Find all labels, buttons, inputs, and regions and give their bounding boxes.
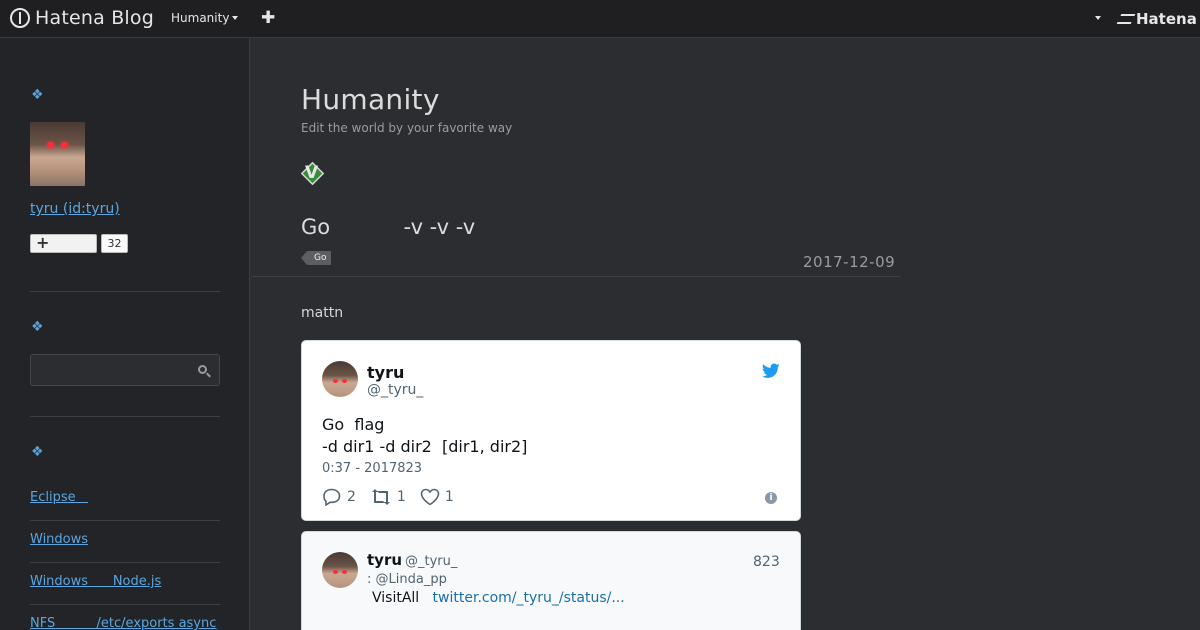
reply-text: VisitAll twitter.com/_tyru_/status/... — [372, 590, 625, 606]
top-bar: Hatena Blog Humanity ✚ Hatena — [0, 0, 1200, 38]
entry-title[interactable]: Go -v -v -v — [301, 215, 475, 239]
heart-icon — [420, 488, 440, 506]
embedded-tweet[interactable]: tyru @_tyru_ Go flag -d dir1 -d dir2 [di… — [301, 340, 801, 521]
hatena-mark-icon — [1116, 14, 1136, 24]
blog-title[interactable]: Humanity — [301, 83, 440, 116]
chevron-down-icon — [232, 16, 239, 20]
avatar-eye-right — [342, 570, 347, 574]
hatena-logo[interactable]: Hatena — [1116, 10, 1197, 28]
category-tag[interactable]: Go — [300, 251, 332, 265]
reply-author-handle[interactable]: @_tyru_ — [405, 554, 457, 569]
sidebar: ❖ tyru (id:tyru) + 32 ❖ ❖ Eclipse Window… — [0, 38, 250, 630]
entry-date[interactable]: 2017-12-09 — [803, 253, 895, 271]
reply-action[interactable]: 2 — [322, 488, 356, 506]
blog-menu[interactable]: Humanity — [171, 11, 239, 25]
entry-body-text: mattn — [301, 305, 344, 321]
divider — [30, 520, 220, 521]
section-diamond-icon: ❖ — [31, 319, 44, 335]
plus-icon[interactable]: ✚ — [261, 8, 275, 28]
twitter-bird-icon[interactable] — [762, 363, 780, 379]
follow-button[interactable]: + — [30, 233, 97, 253]
section-diamond-icon: ❖ — [31, 444, 44, 460]
avatar[interactable] — [30, 122, 85, 186]
follower-count: 32 — [101, 234, 128, 253]
logo-text: Hatena Blog — [35, 7, 154, 29]
plus-icon: + — [36, 233, 50, 252]
tweet-text: Go flag -d dir1 -d dir2 [dir1, dir2] — [322, 414, 527, 458]
sidebar-link-windows-nodejs[interactable]: Windows Node.js — [30, 574, 161, 589]
reply-link[interactable]: twitter.com/_tyru_/status/... — [433, 590, 625, 606]
hatena-pen-icon — [10, 8, 30, 28]
tweet-avatar[interactable] — [322, 361, 358, 397]
divider — [251, 276, 901, 277]
tweet-author-handle[interactable]: @_tyru_ — [367, 382, 423, 398]
tweet-text-line1: Go flag — [322, 415, 385, 434]
reply-date[interactable]: 823 — [753, 554, 780, 570]
section-diamond-icon: ❖ — [31, 87, 44, 103]
tweet-text-line2: -d dir1 -d dir2 [dir1, dir2] — [322, 437, 528, 456]
tweet-actions: 2 1 1 — [322, 488, 468, 506]
user-profile-link[interactable]: tyru (id:tyru) — [30, 201, 120, 217]
like-count: 1 — [444, 489, 454, 505]
like-action[interactable]: 1 — [420, 488, 454, 506]
sidebar-link-eclipse[interactable]: Eclipse — [30, 490, 88, 505]
main-content: Humanity Edit the world by your favorite… — [251, 38, 1200, 630]
blog-description: Edit the world by your favorite way — [301, 121, 513, 135]
vim-letter-icon: V — [305, 163, 319, 183]
avatar-eye-left — [333, 570, 338, 574]
search-icon[interactable] — [198, 365, 207, 374]
blog-menu-label: Humanity — [171, 11, 230, 25]
divider — [30, 604, 220, 605]
info-icon[interactable]: i — [765, 492, 777, 504]
retweet-icon — [371, 489, 390, 505]
tweet-author-name[interactable]: tyru — [367, 363, 404, 382]
search-input[interactable] — [30, 354, 220, 386]
reply-icon — [323, 488, 341, 506]
divider — [30, 562, 220, 563]
avatar-eye-right — [61, 142, 68, 148]
divider — [30, 416, 220, 417]
avatar-eye-right — [342, 379, 347, 383]
reply-text-prefix: VisitAll — [372, 590, 433, 606]
retweet-count: 1 — [396, 489, 406, 505]
avatar-eye-left — [333, 379, 338, 383]
reply-author-name[interactable]: tyru — [367, 551, 402, 569]
divider — [30, 291, 220, 292]
reply-avatar[interactable] — [322, 552, 358, 588]
sidebar-link-windows[interactable]: Windows — [30, 532, 88, 547]
avatar-eye-left — [47, 142, 54, 148]
embedded-reply-tweet[interactable]: tyru @_tyru_ 823 : @Linda_pp VisitAll tw… — [301, 531, 801, 630]
reply-count: 2 — [347, 489, 356, 505]
hatena-logo-text: Hatena — [1136, 10, 1197, 28]
reply-to-text: : @Linda_pp — [367, 572, 447, 587]
retweet-action[interactable]: 1 — [370, 488, 406, 506]
sidebar-link-nfs[interactable]: NFS /etc/exports async — [30, 616, 216, 630]
hatena-blog-logo[interactable]: Hatena Blog — [10, 7, 154, 29]
user-menu-chevron-down-icon[interactable] — [1095, 16, 1101, 20]
tweet-timestamp[interactable]: 0:37 - 2017823 — [322, 461, 422, 476]
